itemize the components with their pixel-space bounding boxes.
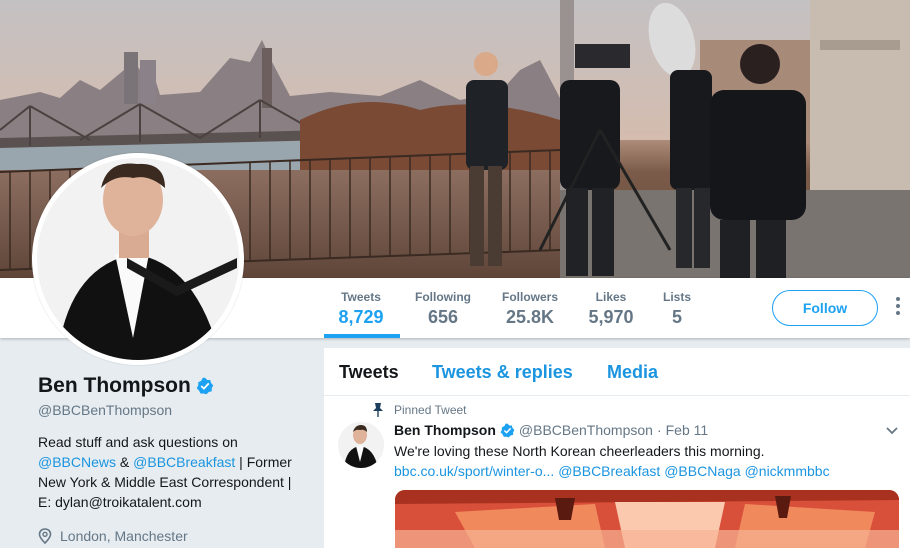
profile-bio: Read stuff and ask questions on @BBCNews… xyxy=(38,432,308,512)
verified-badge-icon xyxy=(196,377,214,395)
stat-value: 656 xyxy=(427,307,459,327)
location-text: London, Manchester xyxy=(60,528,188,544)
tweet-mention-link[interactable]: @nickmmbbc xyxy=(745,463,830,479)
tab-tweets[interactable]: Tweets xyxy=(339,362,399,383)
stat-tweets[interactable]: Tweets 8,729 xyxy=(338,290,384,328)
stat-label: Followers xyxy=(501,290,558,304)
profile-location: London, Manchester xyxy=(38,528,318,544)
tweet-separator: · xyxy=(656,422,662,438)
bio-text: & xyxy=(116,454,134,470)
tab-tweets-and-replies[interactable]: Tweets & replies xyxy=(432,362,573,383)
tweet-avatar[interactable] xyxy=(338,422,384,468)
tweet-links: bbc.co.uk/sport/winter-o... @BBCBreakfas… xyxy=(394,461,830,481)
tweet-media-image[interactable] xyxy=(395,490,899,548)
bio-mention-link[interactable]: @BBCNews xyxy=(38,454,116,470)
follow-button[interactable]: Follow xyxy=(772,290,878,326)
profile-page: Tweets 8,729 Following 656 Followers 25.… xyxy=(0,0,910,548)
bio-line: E: dylan@troikatalent.com xyxy=(38,494,202,510)
stat-value: 5 xyxy=(671,307,682,327)
stat-label: Likes xyxy=(595,290,627,304)
profile-name[interactable]: Ben Thompson xyxy=(38,374,191,398)
pinned-tweet-label: Pinned Tweet xyxy=(394,403,467,417)
more-icon[interactable] xyxy=(894,297,902,319)
bio-text: | Former xyxy=(235,454,292,470)
location-icon xyxy=(38,528,52,544)
stat-value: 25.8K xyxy=(505,307,555,327)
profile-handle[interactable]: @BBCBenThompson xyxy=(38,402,318,418)
tweet-header: Ben Thompson @BBCBenThompson · Feb 11 xyxy=(394,422,708,438)
tweet-author-handle[interactable]: @BBCBenThompson xyxy=(519,422,653,438)
profile-card: Ben Thompson @BBCBenThompson Read stuff … xyxy=(38,374,318,544)
stat-label: Lists xyxy=(662,290,691,304)
tab-media[interactable]: Media xyxy=(607,362,658,383)
tweet-url-link[interactable]: bbc.co.uk/sport/winter-o... xyxy=(394,463,554,479)
tweet-text: We're loving these North Korean cheerlea… xyxy=(394,443,765,459)
bio-mention-link[interactable]: @BBCBreakfast xyxy=(133,454,235,470)
tweet-timestamp[interactable]: Feb 11 xyxy=(666,422,709,438)
pinned-tweet-label-row: Pinned Tweet xyxy=(372,403,467,417)
stat-following[interactable]: Following 656 xyxy=(414,290,472,328)
pin-icon xyxy=(373,403,383,417)
tweet-author-name[interactable]: Ben Thompson xyxy=(394,422,496,438)
stat-lists[interactable]: Lists 5 xyxy=(662,290,692,328)
bio-line: Read stuff and ask questions on xyxy=(38,434,238,450)
stat-likes[interactable]: Likes 5,970 xyxy=(586,290,636,328)
profile-avatar[interactable] xyxy=(32,153,244,365)
stat-value: 8,729 xyxy=(338,307,384,327)
verified-badge-icon xyxy=(500,423,515,437)
bio-line: New York & Middle East Correspondent | xyxy=(38,474,292,490)
stat-value: 5,970 xyxy=(588,307,634,327)
bio-line: @BBCNews & @BBCBreakfast | Former xyxy=(38,452,308,472)
tweet-mention-link[interactable]: @BBCBreakfast xyxy=(558,463,660,479)
chevron-down-icon[interactable] xyxy=(886,427,898,435)
stat-followers[interactable]: Followers 25.8K xyxy=(501,290,559,328)
timeline-tabs: Tweets Tweets & replies Media xyxy=(324,348,910,396)
stat-label: Tweets xyxy=(341,290,381,304)
active-stat-underline xyxy=(324,334,400,338)
stat-label: Following xyxy=(415,290,471,304)
tweet-mention-link[interactable]: @BBCNaga xyxy=(664,463,740,479)
